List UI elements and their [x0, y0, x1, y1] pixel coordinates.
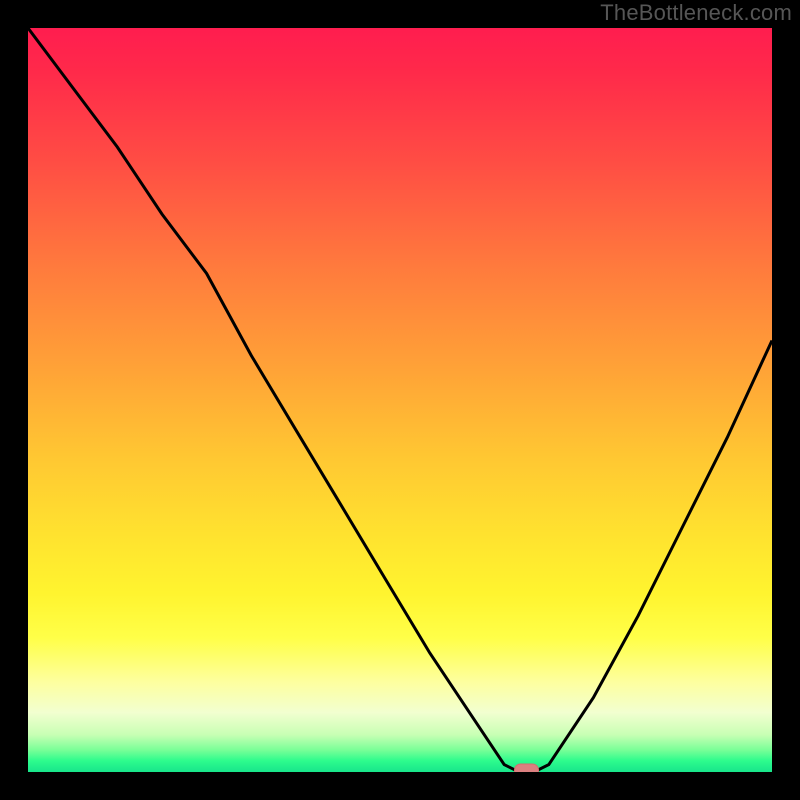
brand-watermark: TheBottleneck.com — [600, 0, 792, 26]
bottleneck-curve-svg — [28, 28, 772, 772]
optimal-point-marker — [515, 764, 539, 772]
chart-container: TheBottleneck.com — [0, 0, 800, 800]
bottleneck-curve-line — [28, 28, 772, 772]
plot-area — [28, 28, 772, 772]
